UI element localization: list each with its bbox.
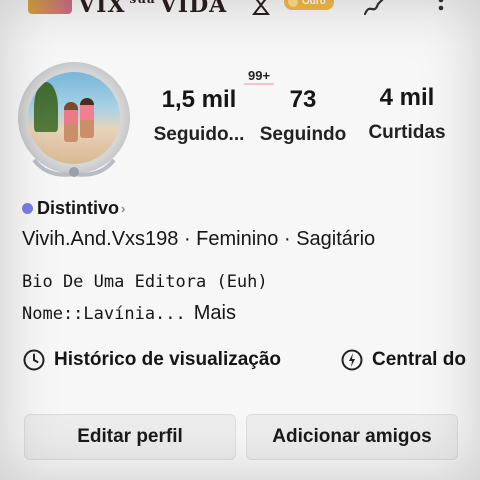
person-right <box>80 98 94 138</box>
bio-text: Nome::Lavínia... <box>22 304 186 324</box>
logo-text-second: VIDA <box>159 0 228 18</box>
more-link[interactable]: Mais <box>194 302 236 324</box>
creator-center-link[interactable]: Central do <box>340 348 466 372</box>
view-history-label: Histórico de visualização <box>54 349 282 370</box>
view-history-link[interactable]: Histórico de visualização <box>22 348 281 372</box>
bio-line-1: Bio De Uma Editora (Euh) <box>22 272 268 292</box>
chevron-right-icon: › <box>121 201 126 216</box>
shield-icon <box>22 203 33 214</box>
stat-following[interactable]: 73 Seguindo <box>254 86 352 146</box>
notification-badge[interactable]: 99+ <box>244 68 275 85</box>
edit-profile-button[interactable]: Editar perfil <box>24 414 236 460</box>
laurel-icon <box>32 158 116 177</box>
logo-text: VIXsua VIDA <box>78 0 227 18</box>
stat-value: 1,5 mil <box>161 86 237 113</box>
lightbulb-icon <box>341 349 363 371</box>
clock-icon <box>23 349 45 371</box>
logo-image <box>28 0 72 14</box>
person-left <box>64 102 78 142</box>
palm-tree <box>34 82 58 132</box>
logo-text-small: sua <box>129 0 155 6</box>
stat-followers[interactable]: 1,5 mil Seguido... <box>144 86 254 146</box>
stat-label: Curtidas <box>368 122 446 143</box>
hourglass-icon <box>251 0 271 15</box>
profile-meta: Vivih.And.Vxs198 · Feminino · Sagitário <box>22 228 376 250</box>
badge-link[interactable]: Distintivo › <box>22 198 125 219</box>
stat-value: 73 <box>289 86 317 113</box>
stat-label: Seguindo <box>259 124 347 145</box>
gold-badge[interactable]: Ouro <box>284 0 334 10</box>
edit-icon[interactable] <box>362 0 388 18</box>
stat-label: Seguido... <box>153 124 245 145</box>
add-friends-button[interactable]: Adicionar amigos <box>246 414 458 460</box>
avatar-photo <box>28 72 120 164</box>
top-bar: VIXsua VIDA Ouro <box>0 0 480 22</box>
stat-likes[interactable]: 4 mil Curtidas <box>360 84 454 144</box>
bio-line-2: Nome::Lavínia... Mais <box>22 302 236 325</box>
badge-label: Distintivo <box>37 198 120 218</box>
more-icon[interactable] <box>428 0 454 18</box>
avatar[interactable] <box>18 62 130 177</box>
stat-value: 4 mil <box>379 84 435 111</box>
logo-text-main: VIX <box>78 0 126 18</box>
creator-center-label: Central do <box>372 349 466 370</box>
